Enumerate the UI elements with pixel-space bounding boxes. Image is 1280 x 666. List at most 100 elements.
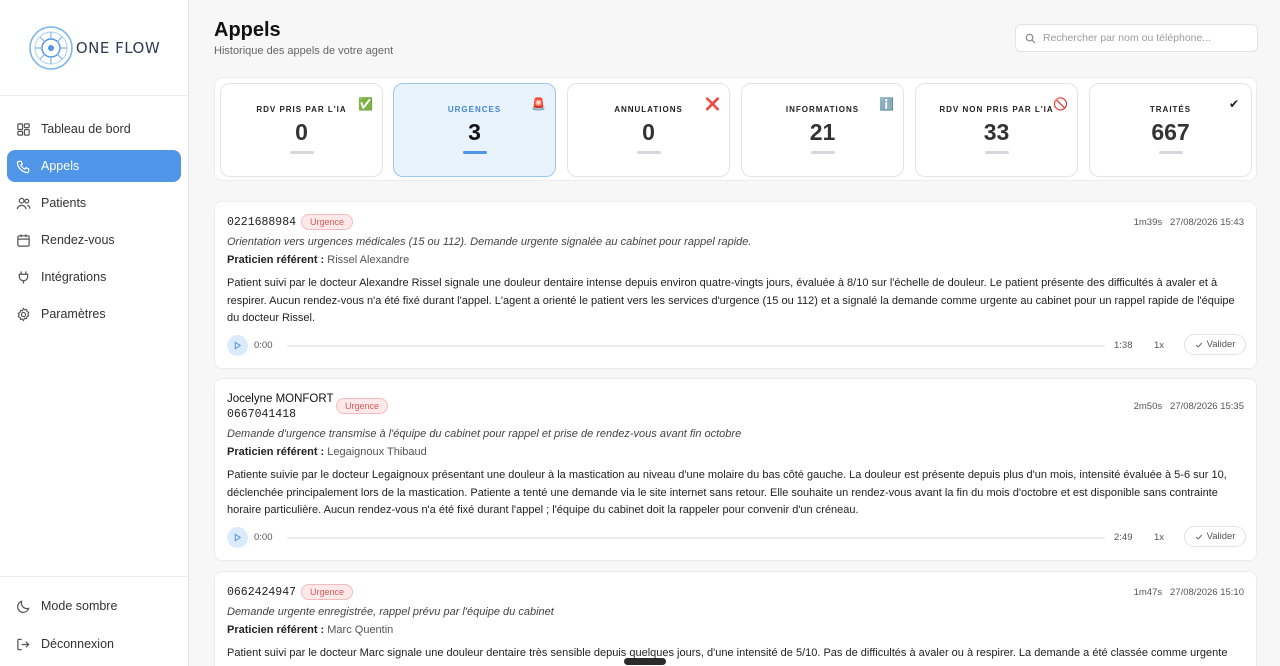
sidebar-item-dashboard[interactable]: Tableau de bord	[7, 113, 181, 145]
sidebar-nav: Tableau de bord Appels Patients Rendez-v…	[0, 96, 188, 330]
stat-card-rdv-pris[interactable]: RDV PRIS PAR L'IA 0 ✅	[220, 83, 383, 177]
logo-icon	[29, 25, 73, 70]
validate-label: Valider	[1206, 339, 1236, 350]
sidebar: ONE FLOW Tableau de bord Appels Patients…	[0, 0, 189, 666]
sidebar-item-label: Paramètres	[41, 307, 106, 321]
stat-bar	[636, 151, 661, 154]
urgency-badge: Urgence	[301, 214, 354, 230]
stat-value: 3	[468, 119, 481, 145]
audio-progress-track[interactable]	[287, 345, 1105, 347]
check-icon	[1195, 534, 1202, 540]
scroll-handle[interactable]	[624, 658, 666, 665]
call-datetime: 27/08/2026 15:10	[1170, 587, 1244, 598]
referent-name: Marc Quentin	[327, 624, 394, 636]
sidebar-item-patients[interactable]: Patients	[7, 187, 181, 219]
siren-icon: 🚨	[531, 97, 546, 111]
referent-practitioner: Praticien référent : Marc Quentin	[227, 624, 393, 636]
users-icon	[16, 197, 31, 209]
sidebar-item-parametres[interactable]: Paramètres	[7, 298, 181, 330]
play-icon	[234, 533, 242, 542]
sidebar-item-rendez-vous[interactable]: Rendez-vous	[7, 224, 181, 256]
page-title: Appels	[214, 19, 281, 41]
sidebar-item-appels[interactable]: Appels	[7, 150, 181, 182]
plug-icon	[18, 270, 29, 284]
audio-progress-track[interactable]	[287, 537, 1105, 539]
call-card: 0662424947 Urgence 1m47s 27/08/2026 15:1…	[214, 571, 1257, 666]
phone-icon	[16, 160, 30, 173]
main-content: Appels Historique des appels de votre ag…	[189, 0, 1280, 666]
call-summary: Demande d'urgence transmise à l'équipe d…	[227, 428, 742, 440]
sidebar-item-integrations[interactable]: Intégrations	[7, 261, 181, 293]
current-time: 0:00	[254, 532, 273, 543]
call-card: 0221688984 Urgence 1m39s 27/08/2026 15:4…	[214, 201, 1257, 369]
play-button[interactable]	[227, 335, 248, 356]
playback-speed[interactable]: 1x	[1154, 340, 1164, 351]
heavy-check-icon: ✔	[1228, 97, 1240, 111]
referent-name: Rissel Alexandre	[327, 254, 410, 266]
referent-label: Praticien référent :	[227, 446, 325, 458]
audio-player: 0:00 1:38 1x Valider	[227, 334, 1246, 356]
check-mark-icon: ✅	[358, 97, 373, 111]
sidebar-bottom: Mode sombre Déconnexion	[0, 576, 188, 666]
page-subtitle: Historique des appels de votre agent	[214, 45, 394, 57]
referent-practitioner: Praticien référent : Rissel Alexandre	[227, 254, 409, 266]
sidebar-item-label: Intégrations	[41, 270, 107, 284]
calendar-icon	[17, 233, 30, 247]
validate-button[interactable]: Valider	[1184, 526, 1246, 547]
audio-duration: 2:49	[1114, 532, 1133, 543]
logo[interactable]: ONE FLOW	[0, 0, 188, 96]
caller-name: Jocelyne MONFORT	[227, 393, 334, 405]
caller-phone: 0221688984	[227, 216, 297, 229]
stat-bar	[462, 151, 487, 154]
call-summary: Orientation vers urgences médicales (15 …	[227, 236, 752, 248]
caller-phone: 0662424947	[227, 586, 297, 599]
sidebar-item-label: Appels	[41, 159, 80, 173]
referent-practitioner: Praticien référent : Legaignoux Thibaud	[227, 446, 427, 458]
call-datetime: 27/08/2026 15:43	[1170, 217, 1244, 228]
caller-phone: 0667041418	[227, 408, 297, 421]
stat-value: 21	[809, 119, 836, 145]
validate-button[interactable]: Valider	[1184, 334, 1246, 355]
call-duration: 1m47s	[1133, 587, 1163, 598]
stat-card-rdv-non-pris[interactable]: RDV NON PRIS PAR L'IA 33 🚫	[915, 83, 1078, 177]
search-box[interactable]	[1015, 24, 1258, 52]
call-description: Patient suivi par le docteur Marc signal…	[227, 647, 1228, 666]
stat-value: 0	[295, 119, 308, 145]
referent-label: Praticien référent :	[227, 624, 325, 636]
play-button[interactable]	[227, 527, 248, 548]
search-input[interactable]	[1043, 32, 1243, 44]
referent-label: Praticien référent :	[227, 254, 325, 266]
playback-speed[interactable]: 1x	[1154, 532, 1164, 543]
dark-mode-toggle[interactable]: Mode sombre	[7, 590, 181, 622]
stat-card-annulations[interactable]: ANNULATIONS 0 ❌	[567, 83, 730, 177]
stat-card-informations[interactable]: INFORMATIONS 21 ℹ️	[741, 83, 904, 177]
urgency-badge: Urgence	[336, 398, 389, 414]
referent-name: Legaignoux Thibaud	[327, 446, 427, 458]
dashboard-icon	[17, 122, 30, 136]
stat-value: 667	[1151, 119, 1190, 145]
call-duration: 1m39s	[1133, 217, 1163, 228]
stat-bar	[810, 151, 835, 154]
stat-bar	[1158, 151, 1183, 154]
moon-icon	[17, 599, 30, 613]
stat-bar	[984, 151, 1009, 154]
sidebar-item-label: Rendez-vous	[41, 233, 115, 247]
stat-value: 33	[983, 119, 1010, 145]
call-meta: 2m50s 27/08/2026 15:35	[1134, 401, 1244, 412]
prohibited-icon: 🚫	[1053, 97, 1068, 111]
search-icon	[1025, 33, 1036, 43]
call-datetime: 27/08/2026 15:35	[1170, 401, 1244, 412]
call-duration: 2m50s	[1133, 401, 1163, 412]
logout-button[interactable]: Déconnexion	[7, 628, 181, 660]
stat-bar	[289, 151, 314, 154]
sidebar-item-label: Tableau de bord	[41, 122, 131, 136]
call-card: Jocelyne MONFORT 0667041418 Urgence 2m50…	[214, 378, 1257, 561]
sidebar-item-label: Patients	[41, 196, 87, 210]
stat-card-traites[interactable]: TRAITÉS 667 ✔	[1089, 83, 1252, 177]
urgency-badge: Urgence	[301, 584, 354, 600]
cross-mark-icon: ❌	[705, 97, 720, 111]
brand-name: ONE FLOW	[75, 38, 161, 57]
info-icon: ℹ️	[879, 97, 894, 111]
stat-card-urgences[interactable]: URGENCES 3 🚨	[393, 83, 556, 177]
call-meta: 1m47s 27/08/2026 15:10	[1134, 587, 1244, 598]
